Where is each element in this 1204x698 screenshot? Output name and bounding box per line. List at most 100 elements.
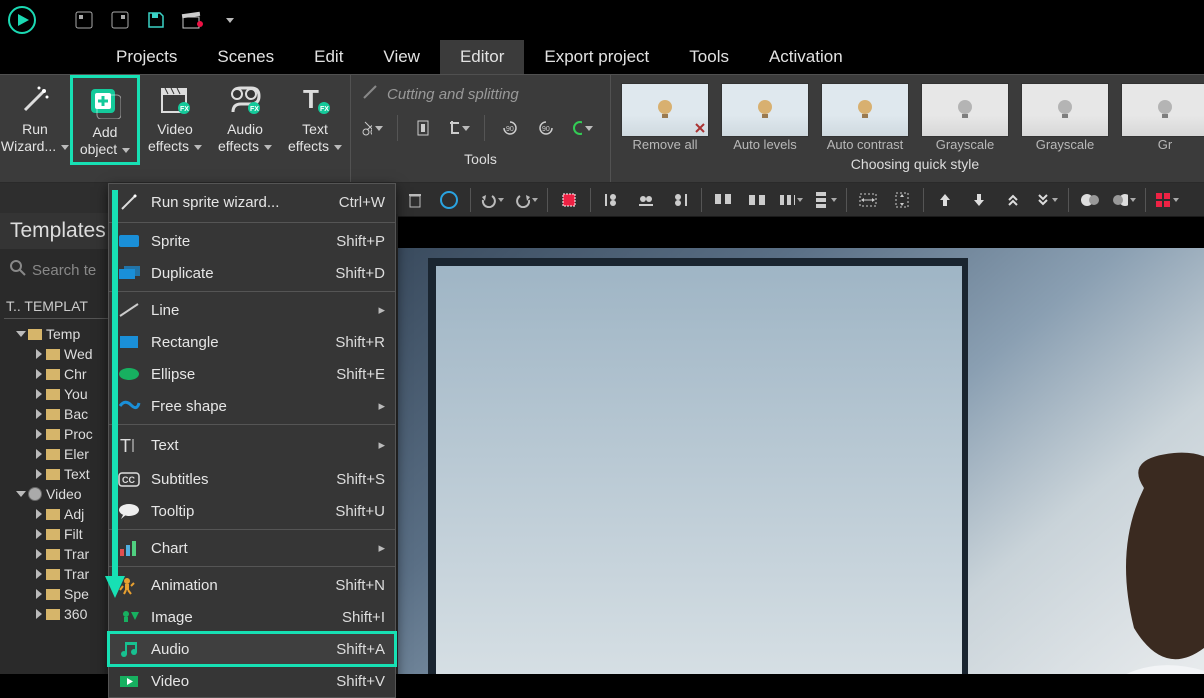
shape-2-icon[interactable] (1112, 188, 1136, 212)
cutting-splitting-label: Cutting and splitting (387, 86, 519, 103)
style-thumb-0[interactable]: Remove all (621, 83, 709, 152)
menu-item-chart[interactable]: Chart▸ (109, 532, 395, 564)
tree-item-0[interactable]: Temp (4, 324, 93, 344)
tree-col-t: T.. (6, 298, 21, 314)
double-up-icon[interactable] (1001, 188, 1025, 212)
refresh-tool[interactable] (571, 117, 593, 139)
tree-item-7[interactable]: Text (4, 464, 93, 484)
menu-item-tooltip[interactable]: TooltipShift+U (109, 495, 395, 527)
tree-item-4[interactable]: Bac (4, 404, 93, 424)
info-tool[interactable] (412, 117, 434, 139)
tree-item-12[interactable]: Trar (4, 564, 93, 584)
tree-item-6[interactable]: Eler (4, 444, 93, 464)
menu-item-audio[interactable]: AudioShift+A (109, 633, 395, 665)
distribute-v-icon[interactable] (813, 188, 837, 212)
search-icon (10, 260, 26, 280)
person-figure (1044, 448, 1204, 674)
fit-width-icon[interactable] (856, 188, 880, 212)
align-right-icon[interactable] (668, 188, 692, 212)
menu-edit[interactable]: Edit (294, 40, 363, 74)
double-down-icon[interactable] (1035, 188, 1059, 212)
style-thumb-1[interactable]: Auto levels (721, 83, 809, 152)
tree-item-13[interactable]: Spe (4, 584, 93, 604)
menu-scenes[interactable]: Scenes (197, 40, 294, 74)
align-middle-pair-icon[interactable] (745, 188, 769, 212)
menu-item-sprite[interactable]: SpriteShift+P (109, 225, 395, 257)
ribbon-texteffects[interactable]: TFXTexteffects (280, 75, 350, 165)
menu-item-ellipse[interactable]: EllipseShift+E (109, 358, 395, 390)
tree-item-11[interactable]: Trar (4, 544, 93, 564)
rotate-cw-tool[interactable]: 90 (535, 117, 557, 139)
undo-icon[interactable] (480, 188, 504, 212)
style-thumb-2[interactable]: Auto contrast (821, 83, 909, 152)
quick-action-more[interactable] (216, 8, 240, 32)
menu-item-free-shape[interactable]: Free shape▸ (109, 390, 395, 422)
arrow-down-icon[interactable] (967, 188, 991, 212)
grid-icon[interactable] (1155, 188, 1179, 212)
crop-tool[interactable] (448, 117, 470, 139)
svg-text:T: T (303, 84, 319, 114)
tree-header: TEMPLAT (24, 298, 88, 314)
tree-item-1[interactable]: Wed (4, 344, 93, 364)
menu-export-project[interactable]: Export project (524, 40, 669, 74)
menu-projects[interactable]: Projects (96, 40, 197, 74)
tree-item-5[interactable]: Proc (4, 424, 93, 444)
svg-text:FX: FX (180, 106, 189, 113)
tools-group-label: Tools (351, 147, 610, 173)
shape-1-icon[interactable] (1078, 188, 1102, 212)
templates-panel-title: Templates (0, 213, 116, 249)
distribute-h-icon[interactable] (779, 188, 803, 212)
preview-canvas[interactable] (398, 248, 1204, 674)
menu-activation[interactable]: Activation (749, 40, 863, 74)
ribbon-audioeffects[interactable]: FXAudioeffects (210, 75, 280, 165)
cut-tool[interactable] (361, 117, 383, 139)
ribbon-runwizard-[interactable]: RunWizard... (0, 75, 70, 165)
svg-text:T: T (120, 436, 131, 455)
wand-icon (361, 83, 379, 105)
tree-item-2[interactable]: Chr (4, 364, 93, 384)
menu-item-line[interactable]: Line▸ (109, 294, 395, 326)
menu-item-rectangle[interactable]: RectangleShift+R (109, 326, 395, 358)
menu-item-image[interactable]: ImageShift+I (109, 601, 395, 633)
redo-icon[interactable] (514, 188, 538, 212)
select-tool[interactable] (557, 188, 581, 212)
menu-item-text[interactable]: TText▸ (109, 427, 395, 463)
tree-item-10[interactable]: Filt (4, 524, 93, 544)
menu-tools[interactable]: Tools (669, 40, 749, 74)
circle-tool[interactable] (437, 188, 461, 212)
style-thumb-4[interactable]: Grayscale (1021, 83, 1109, 152)
styles-group-label: Choosing quick style (611, 152, 1204, 178)
menu-item-run-sprite-wizard-[interactable]: Run sprite wizard...Ctrl+W (109, 184, 395, 220)
menu-item-duplicate[interactable]: DuplicateShift+D (109, 257, 395, 289)
add-object-menu: Run sprite wizard...Ctrl+W SpriteShift+PD… (108, 183, 396, 698)
align-left-icon[interactable] (600, 188, 624, 212)
save-icon[interactable] (144, 8, 168, 32)
align-top-pair-icon[interactable] (711, 188, 735, 212)
delete-icon[interactable] (403, 188, 427, 212)
tree-item-9[interactable]: Adj (4, 504, 93, 524)
clapper-icon[interactable] (180, 8, 204, 32)
menu-view[interactable]: View (363, 40, 440, 74)
svg-text:90: 90 (542, 126, 550, 133)
align-bottom-icon[interactable] (634, 188, 658, 212)
arrow-up-icon[interactable] (933, 188, 957, 212)
svg-text:FX: FX (320, 106, 329, 113)
svg-text:90: 90 (506, 126, 514, 133)
tree-item-3[interactable]: You (4, 384, 93, 404)
menu-editor[interactable]: Editor (440, 40, 524, 74)
search-input[interactable]: Search te (32, 262, 96, 279)
quick-action-2[interactable] (108, 8, 132, 32)
style-thumb-3[interactable]: Grayscale (921, 83, 1009, 152)
fit-height-icon[interactable] (890, 188, 914, 212)
menu-item-subtitles[interactable]: CCSubtitlesShift+S (109, 463, 395, 495)
menu-item-animation[interactable]: AnimationShift+N (109, 569, 395, 601)
tree-item-14[interactable]: 360 (4, 604, 93, 624)
ribbon-videoeffects[interactable]: FXVideoeffects (140, 75, 210, 165)
ribbon-addobject[interactable]: Addobject (70, 75, 140, 165)
menu-item-video[interactable]: VideoShift+V (109, 665, 395, 697)
style-thumb-5[interactable]: Gr (1121, 83, 1204, 152)
quick-action-1[interactable] (72, 8, 96, 32)
tree-item-8[interactable]: Video (4, 484, 93, 504)
rotate-ccw-tool[interactable]: 90 (499, 117, 521, 139)
app-logo[interactable] (8, 6, 36, 34)
